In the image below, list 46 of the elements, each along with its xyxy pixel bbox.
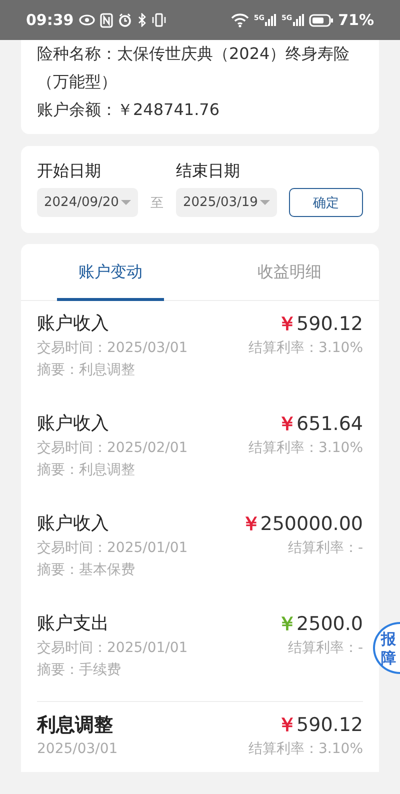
dropdown-caret-icon [260,200,270,205]
settlement-rate: 结算利率：3.10% [248,740,363,759]
settlement-rate: 结算利率：- [288,639,363,658]
transaction-summary: 摘要：手续费 [37,661,122,680]
account-balance: 账户余额：￥248741.76 [37,99,221,121]
alarm-icon [118,13,132,27]
nfc-icon [100,12,113,28]
transaction-title: 账户收入 [37,312,110,336]
eye-icon [78,13,95,27]
start-date-label: 开始日期 [37,160,102,182]
transaction-time: 交易时间：2025/01/01 [37,539,189,558]
end-date-dropdown[interactable]: 2025/03/19 [176,188,277,217]
signal-icon [265,14,276,26]
settlement-rate: 结算利率：3.10% [248,339,363,358]
settlement-rate: 结算利率：3.10% [248,439,363,458]
adjustment-date: 2025/03/01 [37,740,119,759]
clock: 09:39 [26,11,74,29]
dropdown-caret-icon [121,200,131,205]
transaction-title: 账户支出 [37,612,110,636]
transaction-summary: 摘要：利息调整 [37,461,136,480]
range-separator: 至 [150,194,164,212]
tab[interactable]: 账户变动 [21,244,200,300]
amount: ￥590.12 [278,312,363,337]
end-date-label: 结束日期 [176,160,241,182]
transaction-title: 账户收入 [37,412,110,436]
battery-percent: 71% [338,11,374,29]
transaction-summary: 摘要：基本保费 [37,561,136,580]
amount: ￥651.64 [278,412,363,437]
amount: ￥250000.00 [241,512,363,537]
adjustment-title: 利息调整 [37,713,114,738]
start-date-dropdown[interactable]: 2024/09/20 [37,188,138,217]
product-name: 险种名称：太保传世庆典（2024）终身寿险（万能型） [37,43,351,93]
amount: ￥2500.0 [278,612,363,637]
confirm-button[interactable]: 确定 [289,188,363,217]
transaction-time: 交易时间：2025/01/01 [37,639,189,658]
bluetooth-icon [136,13,147,27]
vibrate-icon [152,13,166,27]
wifi-icon [230,12,249,28]
amount: ￥590.12 [278,713,363,738]
transaction-summary: 摘要：利息调整 [37,361,136,380]
transaction-time: 交易时间：2025/02/01 [37,439,189,458]
transaction-title: 账户收入 [37,512,110,536]
signal-icon [293,14,304,26]
battery-icon [309,14,334,26]
transaction-time: 交易时间：2025/03/01 [37,339,189,358]
settlement-rate: 结算利率：- [288,539,363,558]
